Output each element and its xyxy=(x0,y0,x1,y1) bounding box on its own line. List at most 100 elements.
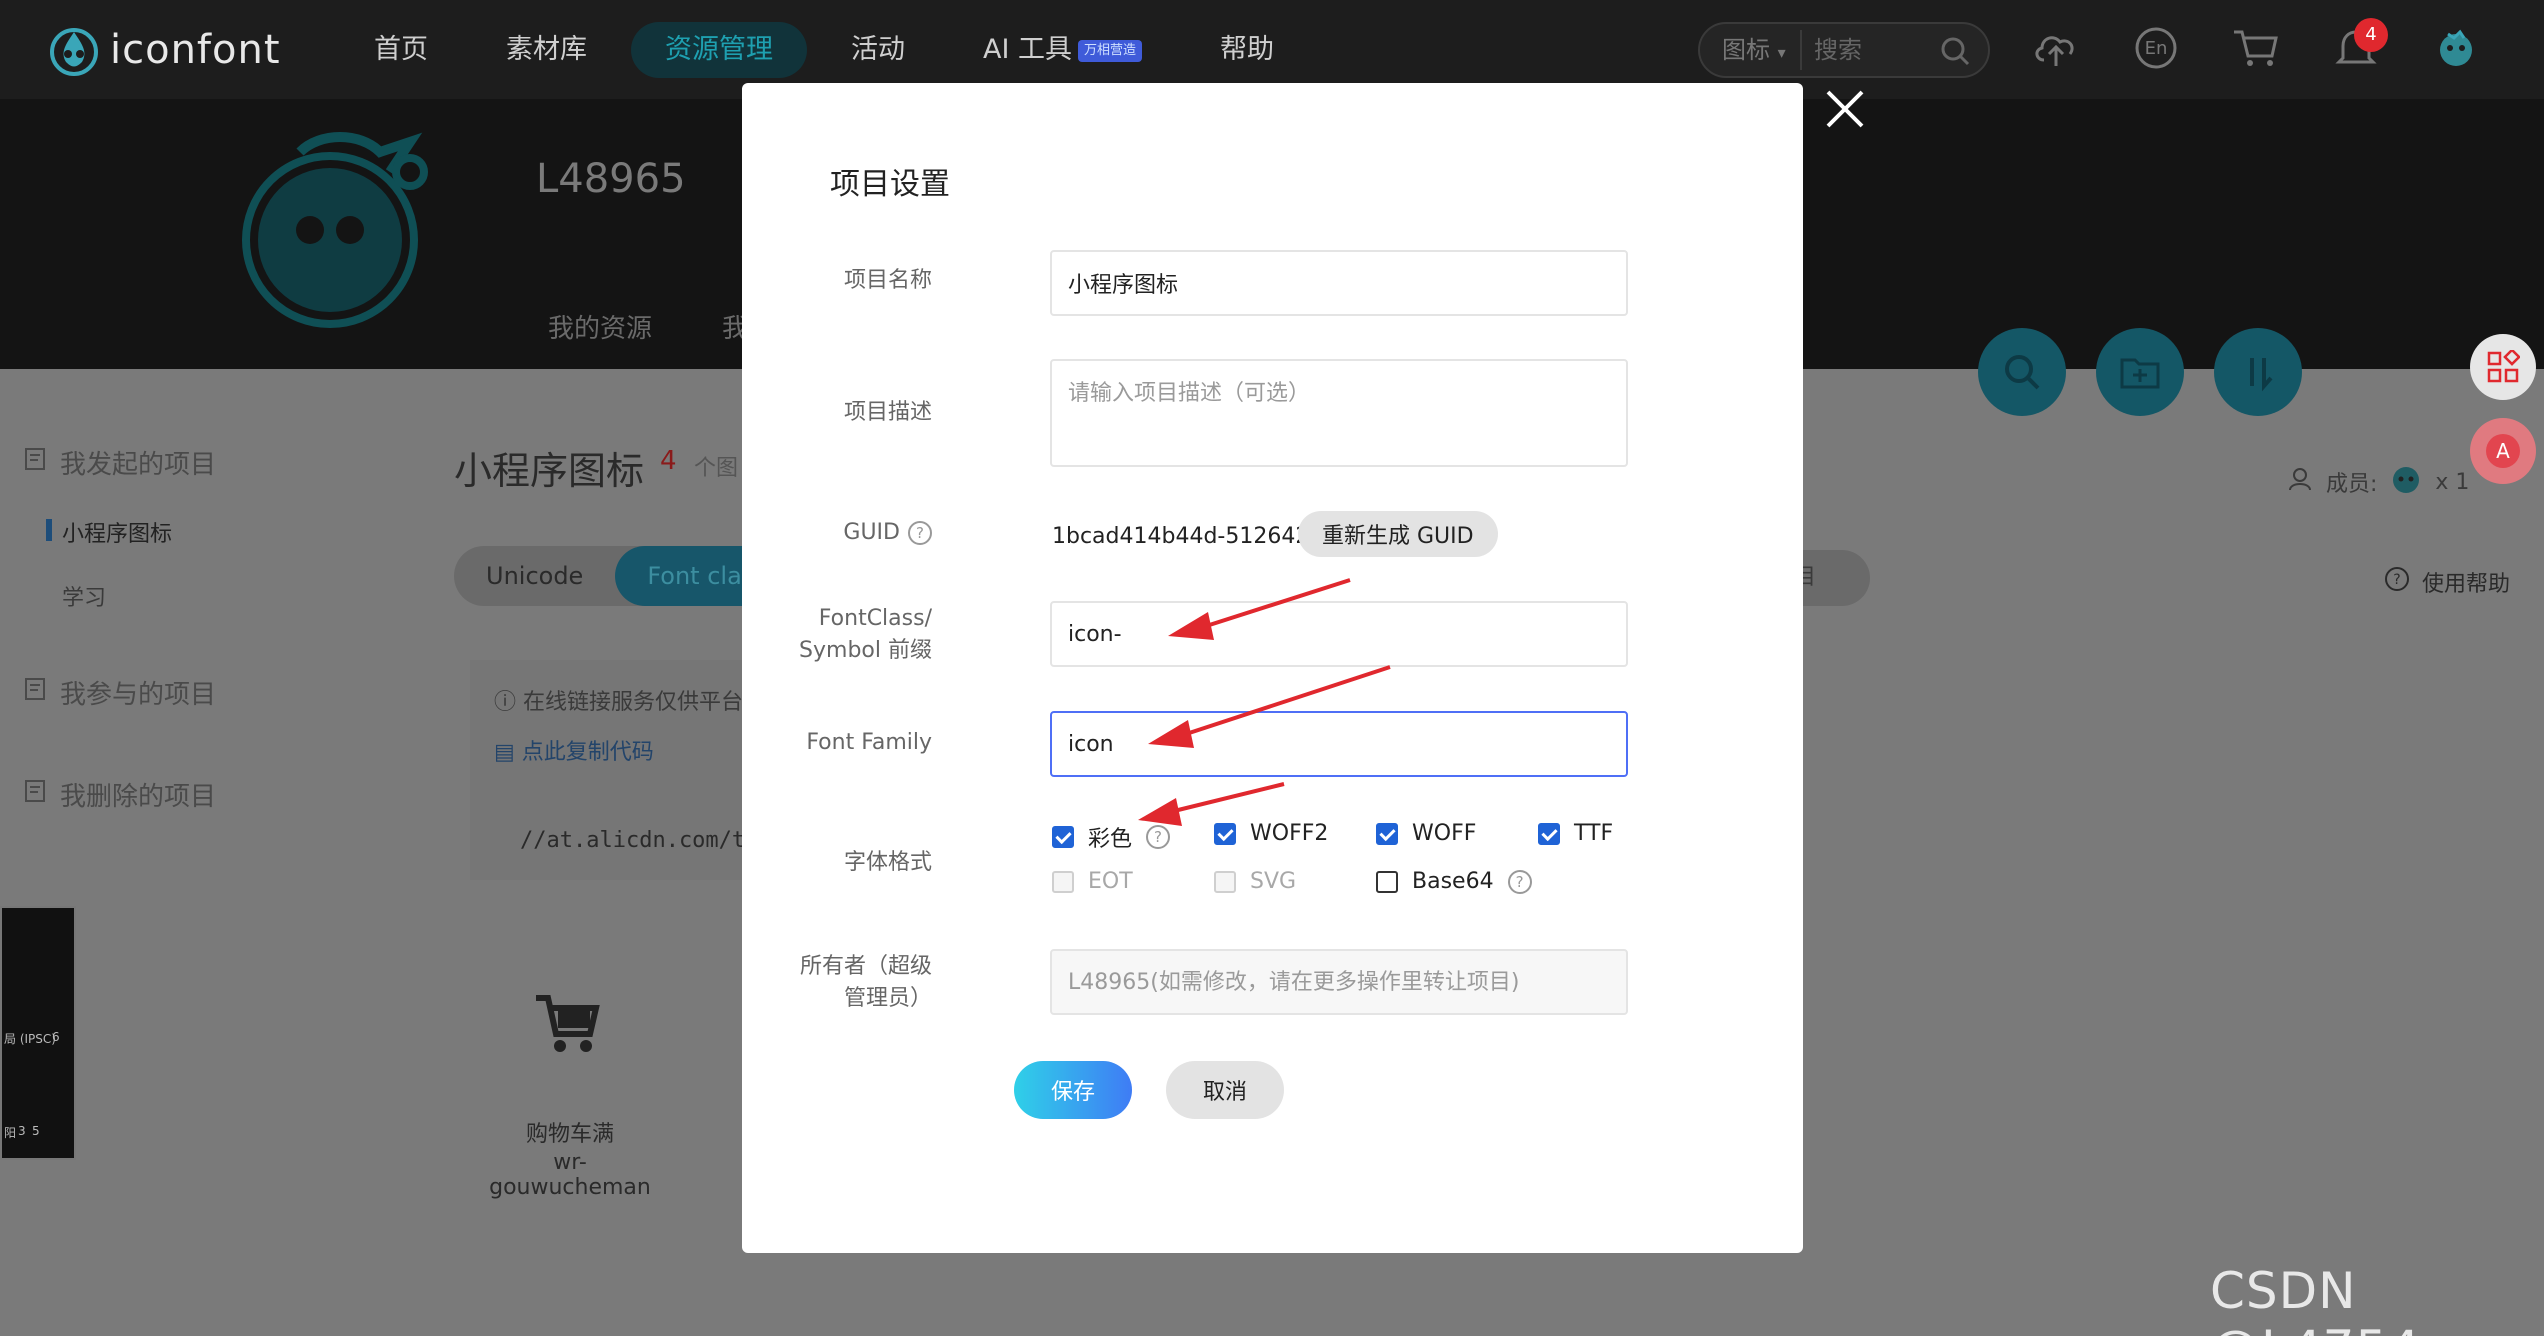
format-label: 彩色 xyxy=(1088,827,1133,852)
regenerate-guid-button[interactable]: 重新生成 GUID xyxy=(1298,511,1498,557)
help-icon[interactable]: ? xyxy=(1507,869,1532,894)
project-name-label: 项目名称 xyxy=(843,268,932,293)
nav-library[interactable]: 素材库 xyxy=(472,22,621,78)
prefix-label-line1: FontClass/ xyxy=(818,606,932,631)
checkbox-box xyxy=(1376,822,1398,845)
mini-panel-line1-badge: 6 xyxy=(52,1030,60,1044)
dialog-title: 项目设置 xyxy=(830,167,950,202)
sidebar-item-project[interactable]: 小程序图标 xyxy=(62,516,172,548)
sidebar-group-label: 我发起的项目 xyxy=(60,450,217,480)
project-desc-input[interactable] xyxy=(1050,359,1628,467)
main-nav: 首页 素材库 资源管理 活动 AI 工具 万相营造 帮助 xyxy=(340,22,1308,78)
checkbox-box xyxy=(1052,870,1074,893)
usage-help-label: 使用帮助 xyxy=(2422,572,2511,597)
profile-name: L48965 xyxy=(536,156,686,202)
icon-card-name: 购物车满 xyxy=(525,1122,614,1147)
sidebar-group-initiated[interactable]: 我发起的项目 xyxy=(24,444,216,481)
checkbox-box xyxy=(1214,822,1236,845)
member-avatar xyxy=(2389,462,2423,502)
cart-icon[interactable] xyxy=(2230,22,2282,74)
usage-help-link[interactable]: ? 使用帮助 xyxy=(2384,566,2510,598)
prefix-input[interactable] xyxy=(1050,601,1628,667)
guid-label: GUID xyxy=(843,520,900,545)
folder-add-icon[interactable] xyxy=(2096,328,2184,416)
help-icon[interactable]: ? xyxy=(1146,825,1171,849)
guid-label-row: GUID? xyxy=(742,517,932,549)
project-settings-dialog: 项目设置 项目名称 项目描述 GUID? 1bcad414b44d-512642… xyxy=(742,83,1803,1253)
svg-text:A: A xyxy=(2496,439,2510,463)
close-icon[interactable] xyxy=(1822,86,1868,132)
profile-tabs: 我的资源 我 xyxy=(548,308,748,345)
profile-avatar xyxy=(240,112,440,332)
nav-activities[interactable]: 活动 xyxy=(817,22,939,78)
edit-icon xyxy=(24,778,50,811)
font-family-label: Font Family xyxy=(806,730,932,755)
overlay-mini-panel: 局 (IPSC) 6 阳 3 5 xyxy=(0,906,76,1160)
apps-grid-icon[interactable] xyxy=(2470,334,2536,400)
edit-icon xyxy=(24,446,50,479)
format-eot-checkbox: EOT xyxy=(1052,869,1133,894)
search-type-select[interactable]: 图标 ▾ xyxy=(1722,24,1786,79)
format-base64-checkbox[interactable]: Base64? xyxy=(1376,869,1532,894)
search-type-label: 图标 xyxy=(1722,36,1770,64)
format-woff-checkbox[interactable]: WOFF xyxy=(1376,821,1476,846)
owner-label: 所有者（超级 管理员） xyxy=(742,951,932,1015)
online-link-notice-text: 在线链接服务仅供平台 xyxy=(523,690,744,715)
search-icon[interactable] xyxy=(1978,328,2066,416)
tab-unicode[interactable]: Unicode xyxy=(454,546,615,606)
sidebar-item-study[interactable]: 学习 xyxy=(62,580,106,612)
profile-tab-my-resources[interactable]: 我的资源 xyxy=(548,308,652,345)
project-title: 小程序图标 xyxy=(454,449,645,493)
members-count: x 1 xyxy=(2435,469,2470,495)
online-link-notice: ⓘ 在线链接服务仅供平台 xyxy=(494,684,743,716)
iconfont-logo-icon xyxy=(46,22,102,78)
font-format-label: 字体格式 xyxy=(843,850,932,875)
cancel-button[interactable]: 取消 xyxy=(1166,1061,1284,1119)
project-name-input[interactable] xyxy=(1050,250,1628,316)
format-colorful-checkbox[interactable]: 彩色? xyxy=(1052,821,1171,853)
language-toggle-icon[interactable]: En xyxy=(2130,22,2182,74)
mini-panel-line2: 阳 xyxy=(4,1126,17,1140)
nav-home[interactable]: 首页 xyxy=(340,22,462,78)
format-label: Base64 xyxy=(1412,869,1494,894)
nav-resources[interactable]: 资源管理 xyxy=(631,22,807,78)
help-icon[interactable]: ? xyxy=(908,521,932,545)
sidebar-group-joined[interactable]: 我参与的项目 xyxy=(24,674,216,711)
sort-icon[interactable] xyxy=(2214,328,2302,416)
save-button[interactable]: 保存 xyxy=(1014,1061,1132,1119)
translate-icon[interactable]: A xyxy=(2470,418,2536,484)
members-info: 成员: x 1 xyxy=(2288,462,2469,502)
mini-panel-line2-badge: 3 xyxy=(18,1124,26,1138)
upload-icon[interactable] xyxy=(2030,22,2082,74)
search-bar: 图标 ▾ xyxy=(1698,22,1990,78)
format-woff2-checkbox[interactable]: WOFF2 xyxy=(1214,821,1328,846)
nav-ai-tools-label: AI 工具 xyxy=(983,34,1073,65)
top-icon-group: En 4 xyxy=(2030,18,2482,74)
format-ttf-checkbox[interactable]: TTF xyxy=(1538,821,1613,846)
sidebar-group-deleted[interactable]: 我删除的项目 xyxy=(24,776,216,813)
nav-help[interactable]: 帮助 xyxy=(1186,22,1308,78)
project-desc-label: 项目描述 xyxy=(843,400,932,425)
user-icon xyxy=(2288,466,2314,498)
user-avatar[interactable] xyxy=(2430,22,2482,74)
format-label: WOFF xyxy=(1412,821,1477,846)
iconfont-logo[interactable]: iconfont xyxy=(46,22,281,78)
search-divider xyxy=(1800,30,1802,70)
prefix-label-line2: Symbol 前缀 xyxy=(799,638,932,663)
language-label: En xyxy=(2144,37,2168,59)
copy-code-label: 点此复制代码 xyxy=(521,740,654,765)
copy-code-link[interactable]: ▤ 点此复制代码 xyxy=(494,734,654,766)
bell-icon[interactable]: 4 xyxy=(2330,18,2388,74)
format-svg-checkbox: SVG xyxy=(1214,869,1296,894)
format-label: EOT xyxy=(1088,869,1133,894)
copy-icon: ▤ xyxy=(494,740,515,765)
format-label: WOFF2 xyxy=(1250,821,1329,846)
project-icon-count: 4 xyxy=(660,446,677,476)
font-family-input[interactable] xyxy=(1050,711,1628,777)
format-label: SVG xyxy=(1250,869,1297,894)
cart-full-icon xyxy=(532,990,602,1064)
prefix-label: FontClass/ Symbol 前缀 xyxy=(742,603,932,667)
search-input[interactable] xyxy=(1814,32,1934,68)
search-icon[interactable] xyxy=(1940,36,1970,70)
nav-ai-tools[interactable]: AI 工具 万相营造 xyxy=(949,22,1176,78)
